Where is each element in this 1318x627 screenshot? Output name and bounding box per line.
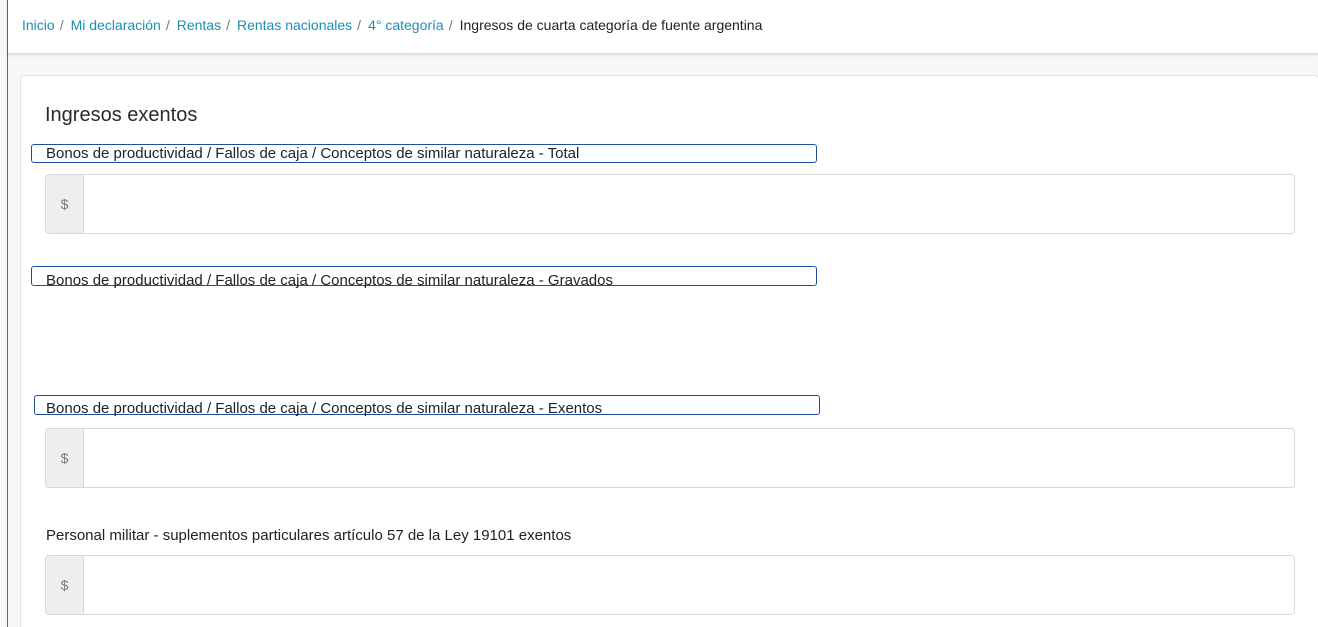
exentos-input-group: $ — [45, 428, 1295, 488]
currency-addon: $ — [46, 429, 84, 487]
left-border — [7, 0, 8, 627]
breadcrumb-separator: / — [165, 17, 170, 33]
total-amount-input[interactable] — [84, 175, 1294, 233]
breadcrumb-separator: / — [357, 17, 362, 33]
section-title: Ingresos exentos — [45, 104, 198, 126]
breadcrumb-link-cuarta-categoria[interactable]: 4° categoría — [368, 17, 444, 33]
exentos-label: Bonos de productividad / Fallos de caja … — [46, 400, 603, 417]
breadcrumb-separator: / — [226, 17, 230, 33]
breadcrumb-bar: Inicio / Mi declaración / Rentas / Rentas naci… — [8, 0, 1318, 54]
total-input-group: $ — [45, 174, 1295, 234]
gravados-label-box: Bonos de productividad / Fallos de caja … — [31, 266, 817, 289]
form-card: Ingresos exentos Bonos de productividad … — [20, 75, 1318, 627]
exentos-amount-input[interactable] — [84, 429, 1294, 487]
page: Inicio / Mi declaración / Rentas / Rentas naci… — [0, 0, 1318, 627]
breadcrumb-link-inicio[interactable]: Inicio — [22, 17, 55, 33]
militar-input-group: $ — [45, 555, 1295, 615]
breadcrumb-link-mi-declaracion[interactable]: Mi declaración — [71, 17, 161, 33]
breadcrumb: Inicio / Mi declaración / Rentas / Rentas naci… — [22, 17, 762, 33]
breadcrumb-current: Ingresos de cuarta categoría de fuente a… — [459, 17, 763, 33]
breadcrumb-separator: / — [448, 17, 453, 33]
currency-addon: $ — [46, 556, 84, 614]
breadcrumb-link-rentas[interactable]: Rentas — [177, 17, 221, 33]
breadcrumb-separator: / — [59, 17, 64, 33]
breadcrumb-link-rentas-nacionales[interactable]: Rentas nacionales — [237, 17, 352, 33]
total-label: Bonos de productividad / Fallos de caja … — [46, 145, 580, 162]
militar-amount-input[interactable] — [84, 556, 1294, 614]
currency-addon: $ — [46, 175, 84, 233]
gravados-label: Bonos de productividad / Fallos de caja … — [46, 272, 613, 289]
exentos-label-box: Bonos de productividad / Fallos de caja … — [34, 395, 820, 417]
militar-label: Personal militar - suplementos particula… — [46, 527, 572, 544]
total-label-box: Bonos de productividad / Fallos de caja … — [31, 144, 817, 163]
